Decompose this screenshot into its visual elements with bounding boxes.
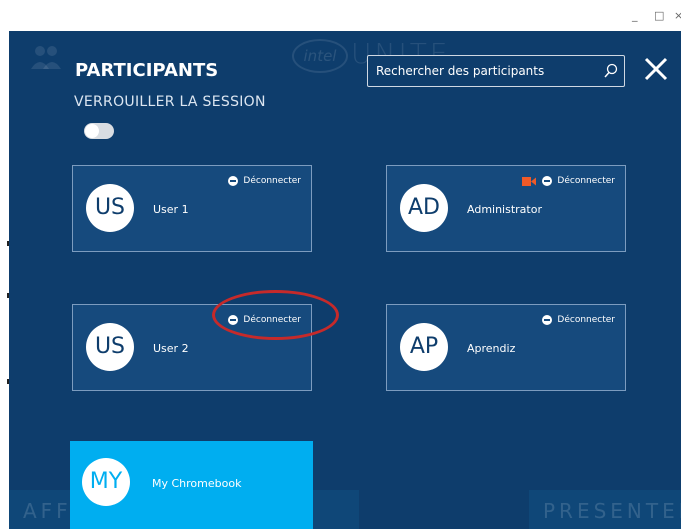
unite-app: intel UNITE AFF PRESENTER PARTICIPANTS V… [9,31,681,529]
panel-title: PARTICIPANTS [75,60,219,81]
participant-card: AD Administrator Déconnecter [386,165,626,252]
participant-name: User 1 [153,203,189,216]
avatar: US [86,184,134,232]
background-display-button-label: AFF [23,499,72,523]
disconnect-label: Déconnecter [557,315,615,325]
avatar: MY [82,458,130,506]
lock-session-label: VERROUILLER LA SESSION [74,94,266,110]
disconnect-button[interactable]: Déconnecter [542,315,615,325]
search-placeholder: Rechercher des participants [376,64,545,78]
minus-circle-icon [542,176,553,186]
lock-session-toggle[interactable] [84,123,114,139]
intel-logo: intel [292,39,348,73]
participant-name: Administrator [467,203,542,216]
search-input[interactable]: Rechercher des participants [367,55,625,87]
minus-circle-icon [228,176,239,186]
search-icon[interactable] [604,63,618,78]
video-camera-icon [522,176,537,186]
maximize-button[interactable]: □ [654,9,664,22]
disconnect-button[interactable]: Déconnecter [522,176,615,186]
background-present-button-label: PRESENTER [543,499,681,523]
avatar: AD [400,184,448,232]
avatar: US [86,323,134,371]
disconnect-button[interactable]: Déconnecter [228,176,301,186]
self-participant-card: MY My Chromebook [70,441,313,529]
disconnect-label: Déconnecter [557,176,615,186]
participant-name: My Chromebook [152,477,242,490]
participant-name: User 2 [153,342,189,355]
window-close-button[interactable]: × [674,9,681,22]
avatar: AP [400,323,448,371]
toggle-knob [85,124,99,138]
participant-name: Aprendiz [467,342,516,355]
disconnect-label: Déconnecter [243,176,301,186]
participant-card: US User 1 Déconnecter [72,165,312,252]
window-left-edge [0,31,9,529]
highlight-annotation [212,290,339,340]
close-icon[interactable] [643,56,669,82]
participant-card: AP Aprendiz Déconnecter [386,304,626,391]
minus-circle-icon [542,315,553,325]
minimize-button[interactable]: _ [632,9,638,22]
window-title-bar: _ □ × [0,0,681,31]
people-icon [31,46,61,69]
